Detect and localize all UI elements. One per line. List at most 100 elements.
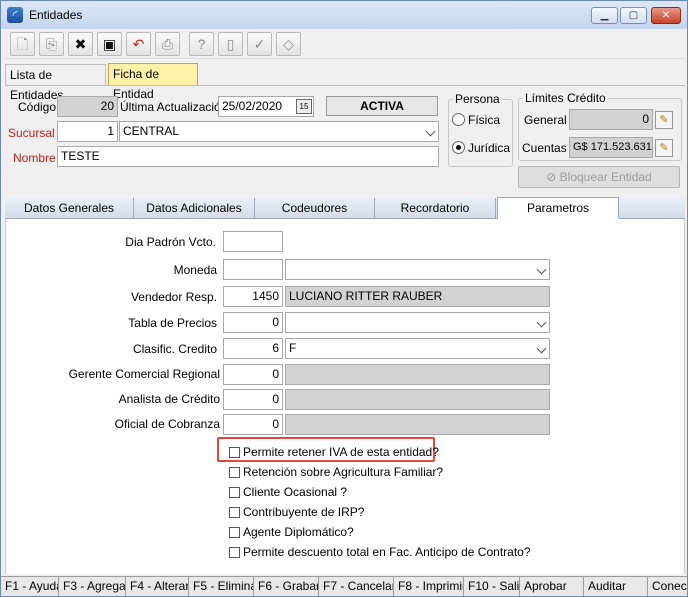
aprobar-button[interactable]: Aprobar — [520, 577, 584, 596]
checkbox-descuento-anticipo[interactable] — [229, 547, 240, 558]
clasific-credito-select-value: F — [289, 341, 297, 355]
checkmark-icon[interactable]: ✓ — [247, 32, 272, 56]
calendar-icon[interactable]: 15 — [296, 99, 312, 114]
edit-cuentas-icon[interactable]: ✎ — [655, 139, 673, 157]
tab-codeudores[interactable]: Codeudores — [255, 198, 375, 218]
dia-padron-field[interactable] — [223, 231, 283, 252]
checkbox-retener-iva-label: Permite retener IVA de esta entidad? — [243, 445, 439, 459]
f1-ayuda-button[interactable]: F1 - Ayuda — [1, 577, 59, 596]
analista-credito-name-field — [285, 389, 550, 410]
clasific-credito-code-field[interactable]: 6 — [223, 338, 283, 359]
oficial-cobranza-code-field[interactable]: 0 — [223, 414, 283, 435]
f4-alterar-button[interactable]: F4 - Alterar — [126, 577, 189, 596]
persona-group: Persona — [448, 92, 513, 167]
sucursal-code-field[interactable]: 1 — [57, 121, 118, 142]
checkbox-agente-diplomatico-label: Agente Diplomático? — [243, 525, 354, 539]
moneda-select[interactable] — [285, 259, 550, 280]
toolbar: 🗋 ⎘ ✖ ▣ ↶ ⎙ ? ▯ ✓ ◇ — [5, 30, 685, 59]
conectar-button[interactable]: Conectar — [648, 577, 687, 596]
f10-salir-button[interactable]: F10 - Salir — [464, 577, 520, 596]
persona-legend: Persona — [455, 92, 500, 106]
checkbox-agricultura-familiar[interactable] — [229, 467, 240, 478]
f8-imprimir-button[interactable]: F8 - Imprimir — [394, 577, 464, 596]
oficial-cobranza-label: Oficial de Cobranza — [114, 417, 220, 431]
print-icon[interactable]: ⎙ — [155, 32, 180, 56]
checkbox-retener-iva[interactable] — [229, 447, 240, 458]
tab-parametros-comerciales[interactable]: Parametros Comerciales — [497, 197, 619, 235]
vendedor-code-field[interactable]: 1450 — [223, 286, 283, 307]
bloquear-entidad-button[interactable]: ⊘ Bloquear Entidad — [518, 166, 680, 188]
tab-datos-generales[interactable]: Datos Generales — [5, 198, 134, 218]
tabla-precios-select[interactable] — [285, 312, 550, 333]
maximize-button[interactable]: ▢ — [620, 7, 647, 24]
vendedor-label: Vendedor Resp. — [130, 290, 217, 304]
subtabs-bar: Datos Generales Datos Adicionales Codeud… — [5, 197, 685, 235]
tab-datos-adicionales[interactable]: Datos Adicionales — [134, 198, 255, 218]
f3-agregar-button[interactable]: F3 - Agregar — [59, 577, 126, 596]
f5-eliminar-button[interactable]: F5 - Eliminar — [189, 577, 254, 596]
save-icon[interactable]: ▣ — [97, 32, 122, 56]
gerente-comercial-code-field[interactable]: 0 — [223, 364, 283, 385]
chevron-down-icon — [536, 264, 547, 275]
close-button[interactable]: ✕ — [651, 7, 681, 24]
status-badge: ACTIVA — [326, 96, 438, 116]
nombre-field[interactable]: TESTE — [57, 146, 439, 167]
tab-lista-entidades[interactable]: Lista de Entidades — [5, 64, 106, 102]
persona-juridica-radio[interactable] — [452, 141, 465, 154]
moneda-label: Moneda — [173, 263, 217, 277]
gerente-comercial-name-field — [285, 364, 550, 385]
tabla-precios-code-field[interactable]: 0 — [223, 312, 283, 333]
sucursal-label: Sucursal — [8, 126, 55, 140]
limite-cuentas-field: G$ 171.523.631 — [569, 137, 653, 158]
codigo-field: 20 — [57, 96, 118, 117]
clasific-credito-label: Clasific. Credito — [132, 342, 217, 356]
moneda-code-field[interactable] — [223, 259, 283, 280]
auditar-button[interactable]: Auditar — [584, 577, 648, 596]
nombre-label: Nombre — [13, 151, 56, 165]
checkbox-cliente-ocasional[interactable] — [229, 487, 240, 498]
limite-general-field: 0 — [569, 109, 653, 130]
f7-cancelar-button[interactable]: F7 - Cancelar — [319, 577, 394, 596]
checkbox-contribuyente-irp[interactable] — [229, 507, 240, 518]
analista-credito-code-field[interactable]: 0 — [223, 389, 283, 410]
help-icon[interactable]: ? — [189, 32, 214, 56]
edit-general-icon[interactable]: ✎ — [655, 111, 673, 129]
oficial-cobranza-name-field — [285, 414, 550, 435]
function-key-bar: F1 - Ayuda F3 - Agregar F4 - Alterar F5 … — [1, 576, 687, 596]
tab-recordatorio[interactable]: Recordatorio — [375, 198, 496, 218]
copy-icon[interactable]: ⎘ — [39, 32, 64, 56]
window-title: Entidades — [29, 8, 83, 22]
block-icon: ⊘ — [546, 170, 557, 184]
analista-credito-label: Analista de Crédito — [118, 392, 220, 406]
minimize-button[interactable]: ▁ — [591, 7, 618, 24]
undo-icon[interactable]: ↶ — [126, 32, 151, 56]
new-document-icon[interactable]: 🗋 — [10, 32, 35, 56]
chevron-down-icon — [425, 126, 436, 137]
chevron-down-icon — [536, 343, 547, 354]
clasific-credito-select[interactable]: F — [285, 338, 550, 359]
limite-general-label: General — [524, 113, 567, 127]
checkbox-contribuyente-irp-label: Contribuyente de IRP? — [243, 505, 365, 519]
sucursal-select[interactable]: CENTRAL — [119, 121, 439, 142]
eraser-icon[interactable]: ◇ — [276, 32, 301, 56]
f6-grabar-button[interactable]: F6 - Grabar — [254, 577, 319, 596]
limite-cuentas-label: Cuentas — [522, 141, 567, 155]
ultima-actualizacion-value: 25/02/2020 — [222, 99, 283, 113]
delete-icon[interactable]: ✖ — [68, 32, 93, 56]
tabla-precios-label: Tabla de Precios — [128, 316, 217, 330]
checkbox-cliente-ocasional-label: Cliente Ocasional ? — [243, 485, 348, 499]
bloquear-entidad-label: Bloquear Entidad — [559, 170, 652, 184]
limites-credito-legend: Límites Crédito — [525, 91, 606, 105]
ultima-actualizacion-label: Última Actualización — [120, 100, 228, 114]
door-exit-icon[interactable]: ▯ — [218, 32, 243, 56]
tab-ficha-entidad[interactable]: Ficha de Entidad — [108, 63, 198, 101]
persona-fisica-radio[interactable] — [452, 113, 465, 126]
sucursal-select-value: CENTRAL — [123, 124, 180, 138]
app-icon: ◜ — [7, 7, 23, 23]
tab-divider — [5, 85, 685, 86]
checkbox-agente-diplomatico[interactable] — [229, 527, 240, 538]
codigo-label: Código — [18, 100, 57, 114]
entidades-window: ◜ Entidades ▁ ▢ ✕ 🗋 ⎘ ✖ ▣ ↶ ⎙ ? ▯ ✓ ◇ Li… — [0, 0, 688, 597]
persona-juridica-label: Jurídica — [468, 141, 511, 155]
chevron-down-icon — [536, 317, 547, 328]
